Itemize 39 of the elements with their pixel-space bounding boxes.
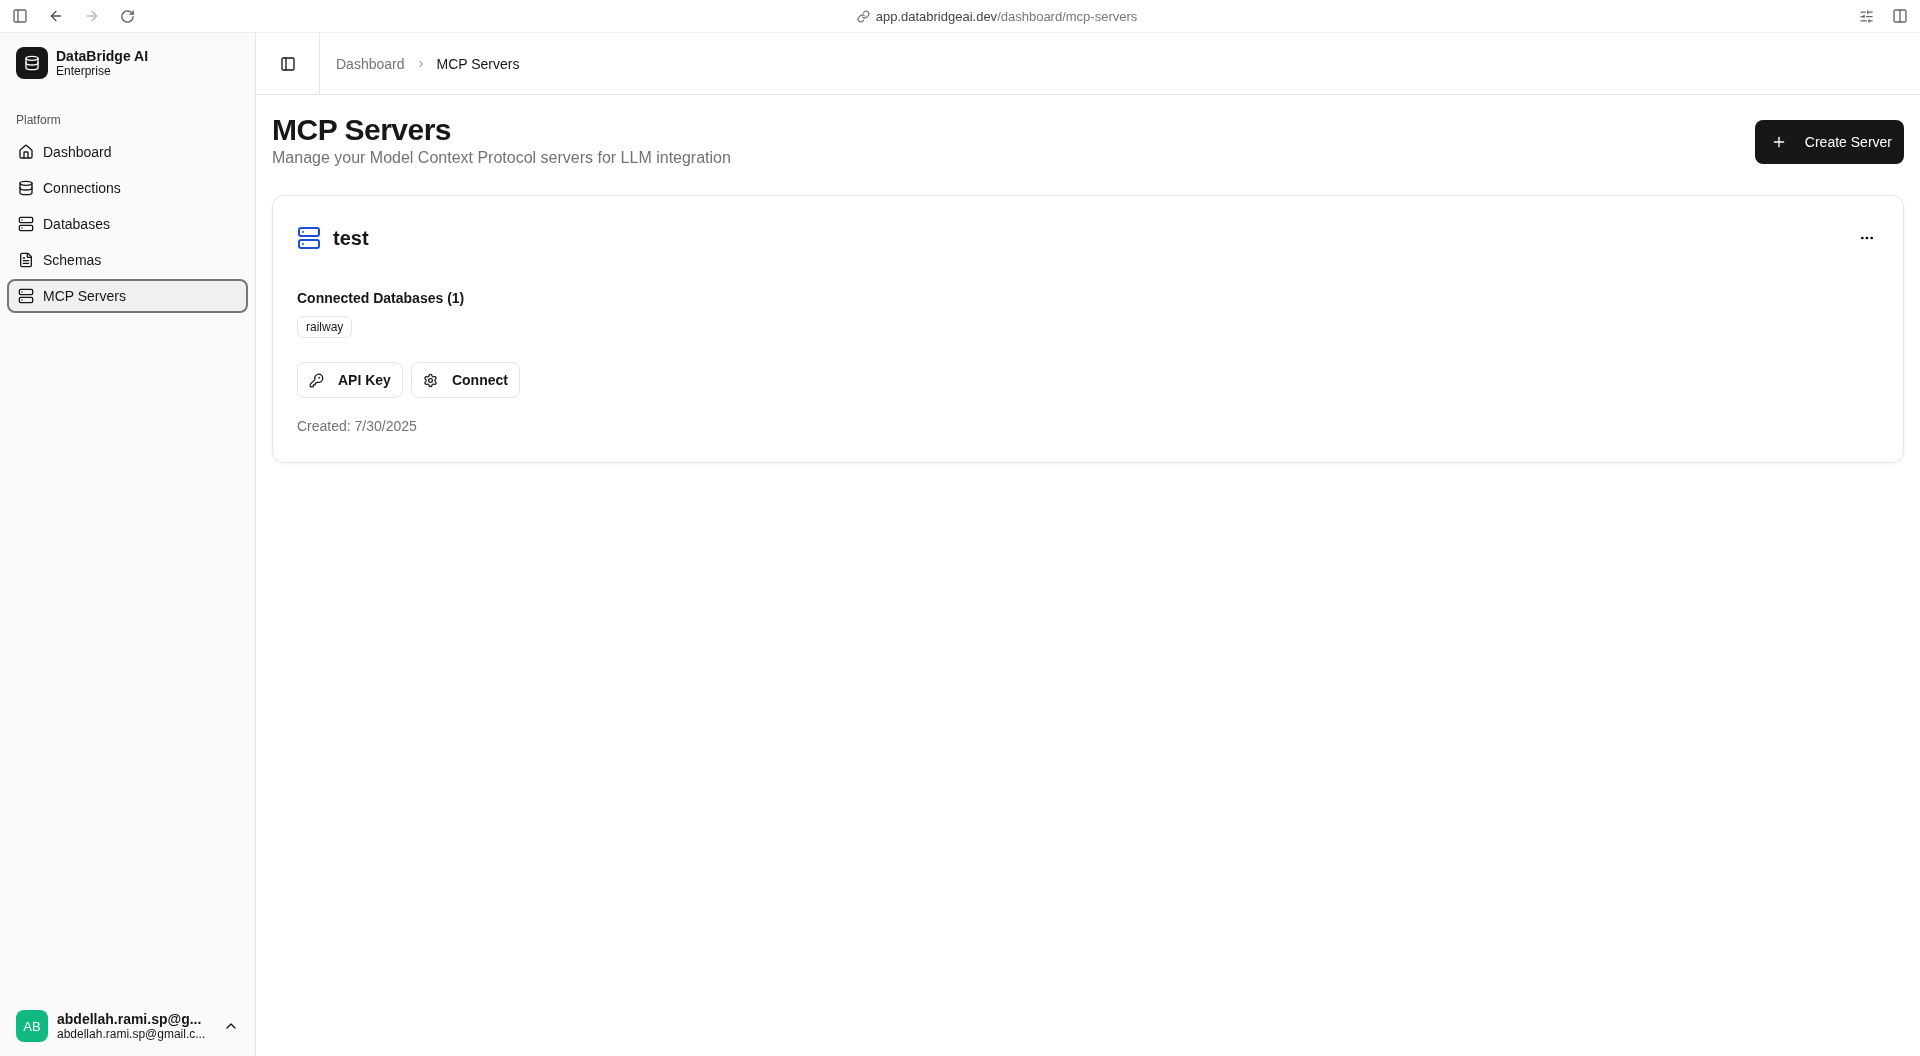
brand-name: DataBridge AI [56, 48, 149, 64]
gear-icon [422, 372, 438, 388]
back-icon[interactable] [48, 8, 64, 24]
key-icon [309, 372, 324, 388]
breadcrumb-item[interactable]: Dashboard [336, 55, 405, 72]
server-icon [18, 288, 34, 304]
sidebar-item[interactable]: Schemas [7, 243, 248, 277]
server-icon [18, 216, 34, 232]
user-email: abdellah.rami.sp@gmail.c... [57, 1027, 207, 1041]
sidebar-item[interactable]: MCP Servers [7, 279, 248, 313]
avatar: AB [16, 1010, 48, 1042]
logo [16, 47, 48, 79]
sidebar-toggle-icon[interactable] [279, 55, 296, 72]
sidebar-item[interactable]: Connections [7, 171, 248, 205]
sidebar-item[interactable]: Dashboard [7, 135, 248, 169]
sidebar-toggle-icon[interactable] [12, 8, 28, 24]
server-icon [297, 226, 321, 250]
brand-plan: Enterprise [56, 64, 112, 78]
created-date: Created: 7/30/2025 [297, 418, 418, 434]
breadcrumb-item: MCP Servers [436, 55, 520, 72]
page-subtitle: Manage your Model Context Protocol servers for LLM integration [272, 149, 731, 167]
document-icon [18, 252, 34, 268]
sidebar-item[interactable]: Databases [7, 207, 248, 241]
page-title: MCP Servers [272, 113, 453, 147]
server-name: test [333, 226, 370, 250]
section-label: Connected Databases (1) [297, 290, 466, 306]
sliders-icon[interactable] [1859, 8, 1874, 24]
create-server-button[interactable]: Create Server [1754, 120, 1904, 164]
database-tag: railway [297, 316, 353, 338]
split-view-icon[interactable] [1892, 8, 1908, 24]
user-name: abdellah.rami.sp@g... [57, 1011, 203, 1027]
action-button[interactable]: Connect [410, 362, 520, 398]
action-button[interactable]: API Key [297, 362, 403, 398]
house-icon [18, 144, 34, 160]
database-icon [18, 180, 34, 196]
reload-icon[interactable] [120, 8, 135, 24]
address-bar[interactable]: app.databridgeai.dev/dashboard/mcp-servers [875, 8, 1138, 24]
section-label: Platform [15, 112, 62, 129]
link-icon [856, 9, 870, 23]
